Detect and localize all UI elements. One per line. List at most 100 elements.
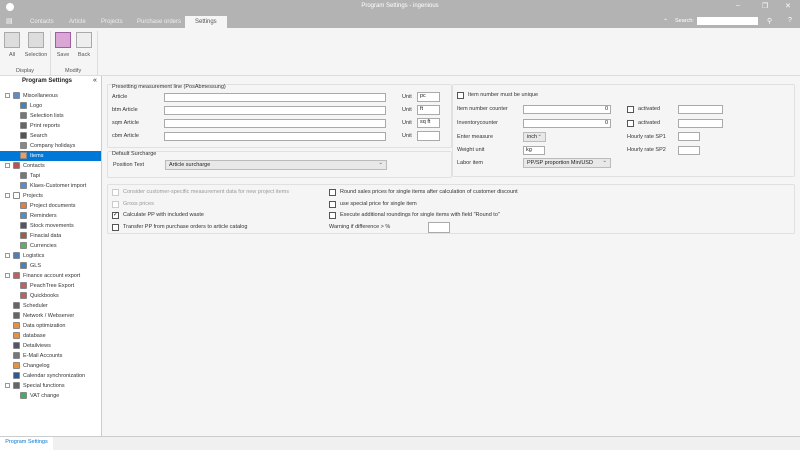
sidebar-item-special-functions[interactable]: Special functions	[5, 381, 65, 391]
unique-checkbox[interactable]	[457, 92, 464, 99]
sidebar-item-label: Tapi	[30, 173, 41, 179]
warning-input[interactable]	[428, 222, 450, 233]
surcharge-group: Default Surcharge Position Text Article …	[107, 151, 452, 178]
sidebar-item-contacts[interactable]: Contacts	[5, 161, 45, 171]
sidebar-item-project-documents[interactable]: Project documents	[20, 201, 76, 211]
activated-checkbox-1[interactable]	[627, 106, 634, 113]
close-icon[interactable]: ✕	[785, 2, 791, 10]
tab-program-settings[interactable]: Program Settings	[0, 437, 53, 450]
sidebar-item-label: VAT change	[30, 393, 60, 399]
rate-sp2-input[interactable]	[678, 146, 700, 155]
sidebar-item-finance-account-export[interactable]: Finance account export	[5, 271, 80, 281]
tab-purchase-orders[interactable]: Purchase orders	[137, 16, 181, 28]
sidebar-item-logistics[interactable]: Logistics	[5, 251, 44, 261]
gross-prices-checkbox[interactable]	[112, 201, 119, 208]
measure-article-input[interactable]	[164, 93, 386, 102]
back-icon	[76, 32, 92, 48]
sidebar-item-currencies[interactable]: Currencies	[20, 241, 57, 251]
sidebar-item-network-webserver[interactable]: Network / Webserver	[13, 311, 74, 321]
sidebar-item-scheduler[interactable]: Scheduler	[13, 301, 48, 311]
rate-sp1-input[interactable]	[678, 132, 700, 141]
expand-toggle-icon[interactable]	[5, 163, 10, 169]
binoculars-icon[interactable]: ⚲	[767, 17, 772, 25]
sidebar-item-search[interactable]: Search	[20, 131, 47, 141]
sidebar-item-selection-lists[interactable]: Selection lists	[20, 111, 64, 121]
enter-measure-select[interactable]: inch	[523, 131, 546, 142]
sidebar-item-logo[interactable]: Logo	[20, 101, 42, 111]
expand-toggle-icon[interactable]	[5, 273, 10, 279]
sidebar-item-miscellaneous[interactable]: Miscellaneous	[5, 91, 58, 101]
quick-menu-icon[interactable]: ▤	[6, 17, 13, 25]
sidebar-item-quickbooks[interactable]: Quickbooks	[20, 291, 59, 301]
sidebar-item-projects[interactable]: Projects	[5, 191, 43, 201]
item-icon	[20, 292, 27, 300]
sidebar-item-peachtree-export[interactable]: PeachTree Export	[20, 281, 74, 291]
sidebar-item-label: database	[23, 333, 46, 339]
unit-input[interactable]: sq ft	[417, 118, 440, 128]
calc-pp-checkbox[interactable]: ✓	[112, 212, 119, 219]
tab-projects[interactable]: Projects	[101, 16, 123, 28]
selection-button[interactable]: Selection	[24, 32, 48, 58]
collapse-ribbon-icon[interactable]: ⌃	[663, 18, 668, 25]
activated-checkbox-2[interactable]	[627, 120, 634, 127]
minimize-icon[interactable]: –	[736, 2, 740, 9]
activated-input-2[interactable]	[678, 119, 723, 128]
item-icon	[20, 132, 27, 140]
sidebar-item-gls[interactable]: GLS	[20, 261, 41, 271]
special-price-checkbox[interactable]	[329, 201, 336, 208]
expand-toggle-icon[interactable]	[5, 93, 10, 99]
position-text-select[interactable]: Article surcharge	[165, 159, 387, 170]
back-button[interactable]: Back	[76, 32, 92, 58]
item-icon	[20, 392, 27, 400]
sidebar-item-vat-change[interactable]: VAT change	[20, 391, 59, 401]
save-icon	[55, 32, 71, 48]
unit-input[interactable]: pc	[417, 92, 440, 102]
sidebar-item-label: Selection lists	[30, 113, 64, 119]
sidebar-item-calendar-synchronization[interactable]: Calendar synchronization	[13, 371, 85, 381]
sidebar-item-label: Company holidays	[30, 143, 76, 149]
weight-unit-input[interactable]: kg	[523, 146, 545, 155]
activated-input-1[interactable]	[678, 105, 723, 114]
expand-toggle-icon[interactable]	[5, 383, 10, 389]
tab-settings[interactable]: Settings	[185, 16, 227, 28]
sidebar-item-klaes-customer-import[interactable]: Klaes-Customer import	[20, 181, 86, 191]
item-counter-input[interactable]: 0	[523, 105, 611, 114]
save-button[interactable]: Save	[55, 32, 71, 58]
search-input[interactable]	[697, 17, 758, 25]
all-button[interactable]: All	[4, 32, 20, 58]
measure-article-input[interactable]	[164, 106, 386, 115]
transfer-pp-checkbox[interactable]	[112, 224, 119, 231]
expand-toggle-icon[interactable]	[5, 193, 10, 199]
sidebar-item-tapi[interactable]: Tapi	[20, 171, 40, 181]
item-icon	[20, 102, 27, 110]
unit-input[interactable]: ft	[417, 105, 440, 115]
sidebar-item-stock-movements[interactable]: Stock movements	[20, 221, 74, 231]
tab-contacts[interactable]: Contacts	[30, 16, 54, 28]
labor-item-select[interactable]: PP/SP proportion Min/USD	[523, 157, 611, 168]
item-icon	[20, 142, 27, 150]
sidebar-item-e-mail-accounts[interactable]: E-Mail Accounts	[13, 351, 62, 361]
sidebar-item-items[interactable]: Items	[0, 151, 101, 161]
help-icon[interactable]: ?	[788, 17, 792, 24]
measure-article-input[interactable]	[164, 119, 386, 128]
execute-round-checkbox[interactable]	[329, 212, 336, 219]
sidebar-item-finacial-data[interactable]: Finacial data	[20, 231, 61, 241]
item-icon	[20, 262, 27, 270]
sidebar-item-label: Miscellaneous	[23, 93, 58, 99]
sidebar-item-print-reports[interactable]: Print reports	[20, 121, 60, 131]
expand-toggle-icon[interactable]	[5, 253, 10, 259]
sidebar-item-company-holidays[interactable]: Company holidays	[20, 141, 75, 151]
sidebar-item-database[interactable]: database	[13, 331, 46, 341]
tab-article[interactable]: Article	[69, 16, 86, 28]
restore-icon[interactable]: ❐	[762, 2, 768, 10]
sidebar-item-data-optimization[interactable]: Data optimization	[13, 321, 66, 331]
sidebar-item-changelog[interactable]: Changelog	[13, 361, 50, 371]
inventory-input[interactable]: 0	[523, 119, 611, 128]
sidebar-item-reminders[interactable]: Reminders	[20, 211, 57, 221]
sidebar-item-detailviews[interactable]: Detailviews	[13, 341, 51, 351]
measure-article-input[interactable]	[164, 132, 386, 141]
unit-input[interactable]	[417, 131, 440, 141]
round-sales-checkbox[interactable]	[329, 189, 336, 196]
collapse-sidebar-icon[interactable]: «	[93, 77, 97, 84]
consider-checkbox[interactable]	[112, 189, 119, 196]
